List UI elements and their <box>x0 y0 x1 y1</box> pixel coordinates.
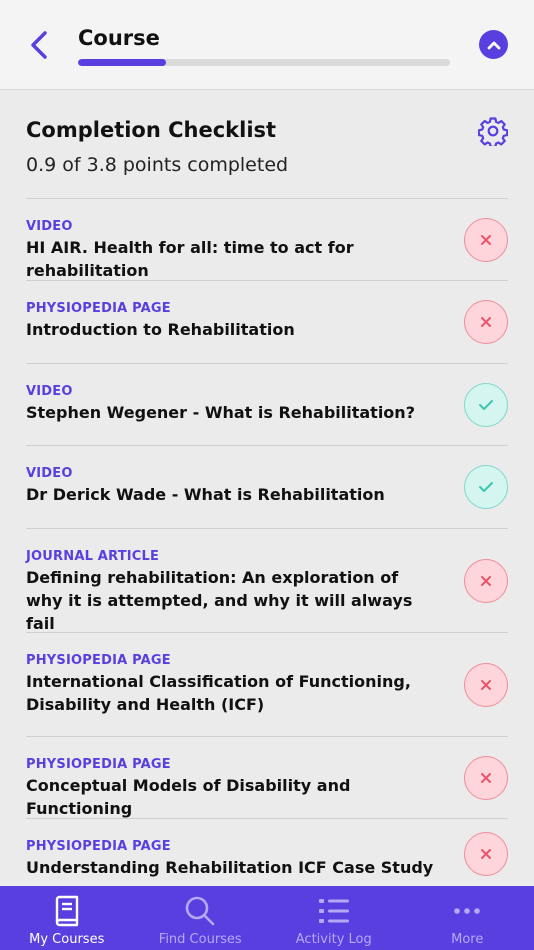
checklist-item[interactable]: JOURNAL ARTICLE Defining rehabilitation: … <box>26 528 508 633</box>
item-title: Understanding Rehabilitation ICF Case St… <box>26 858 434 877</box>
checklist-header: Completion Checklist 0.9 of 3.8 points c… <box>26 118 510 176</box>
tab-find-courses[interactable]: Find Courses <box>134 886 268 950</box>
course-progress-bar <box>78 59 450 66</box>
item-type-label: PHYSIOPEDIA PAGE <box>26 757 171 772</box>
search-icon <box>185 896 215 926</box>
item-title: Introduction to Rehabilitation <box>26 320 295 339</box>
close-icon <box>481 848 491 859</box>
tab-icon-wrap <box>53 894 81 928</box>
checklist-item[interactable]: PHYSIOPEDIA PAGE Understanding Rehabilita… <box>26 818 508 888</box>
list-icon <box>318 899 349 923</box>
app-header: Course <box>0 0 534 90</box>
close-icon <box>481 234 491 245</box>
incomplete-status-button[interactable] <box>464 300 508 344</box>
item-title: Defining rehabilitation: An exploration … <box>26 568 413 633</box>
tab-icon-wrap <box>184 894 216 928</box>
checklist-items: VIDEO HI AIR. Health for all: time to act… <box>26 198 508 888</box>
check-icon <box>479 399 493 410</box>
close-icon <box>481 317 491 327</box>
tab-my-courses[interactable]: My Courses <box>0 886 134 950</box>
back-button[interactable] <box>22 28 56 62</box>
checklist-item[interactable]: VIDEO Dr Derick Wade - What is Rehabilita… <box>26 445 508 528</box>
collapse-button[interactable] <box>479 30 508 59</box>
item-type-label: PHYSIOPEDIA PAGE <box>26 653 171 668</box>
more-icon <box>454 908 481 914</box>
item-type-label: VIDEO <box>26 466 73 481</box>
settings-button[interactable] <box>477 115 509 147</box>
incomplete-status-button[interactable] <box>464 755 508 800</box>
page-title: Course <box>78 26 160 50</box>
item-type-label: VIDEO <box>26 219 73 234</box>
chevron-up-icon <box>487 41 500 49</box>
incomplete-status-button[interactable] <box>464 217 508 262</box>
checklist-item[interactable]: PHYSIOPEDIA PAGE Conceptual Models of Dis… <box>26 736 508 818</box>
item-type-label: JOURNAL ARTICLE <box>26 549 160 564</box>
completed-status-button[interactable] <box>464 465 508 509</box>
tab-icon-wrap <box>318 894 350 928</box>
tab-icon-wrap <box>453 894 481 928</box>
tab-bar: My Courses Find Courses Activity Log More <box>0 886 534 950</box>
incomplete-status-button[interactable] <box>464 558 508 603</box>
gear-icon <box>478 117 508 146</box>
points-summary: 0.9 of 3.8 points completed <box>26 154 289 176</box>
checklist-item[interactable]: VIDEO HI AIR. Health for all: time to act… <box>26 198 508 280</box>
incomplete-status-button[interactable] <box>464 662 508 707</box>
checklist-item[interactable]: PHYSIOPEDIA PAGE International Classifica… <box>26 632 508 736</box>
item-type-label: VIDEO <box>26 384 73 399</box>
item-title: International Classification of Function… <box>26 672 411 714</box>
close-icon <box>481 575 491 586</box>
item-type-label: PHYSIOPEDIA PAGE <box>26 839 171 854</box>
item-title: Conceptual Models of Disability and Func… <box>26 776 351 818</box>
item-type-label: PHYSIOPEDIA PAGE <box>26 301 171 316</box>
book-icon <box>55 895 78 927</box>
item-title: Dr Derick Wade - What is Rehabilitation <box>26 485 385 504</box>
chevron-left-icon <box>31 31 47 59</box>
checklist-title: Completion Checklist <box>26 118 277 142</box>
course-progress-fill <box>78 59 167 66</box>
close-icon <box>481 772 491 783</box>
tab-more[interactable]: More <box>401 886 534 950</box>
item-title: Stephen Wegener - What is Rehabilitation… <box>26 403 415 422</box>
incomplete-status-button[interactable] <box>464 831 508 876</box>
tab-label: Activity Log <box>295 932 372 947</box>
tab-activity-log[interactable]: Activity Log <box>267 886 401 950</box>
check-icon <box>479 482 493 492</box>
close-icon <box>481 679 491 690</box>
checklist-item[interactable]: PHYSIOPEDIA PAGE Introduction to Rehabili… <box>26 280 508 363</box>
completed-status-button[interactable] <box>464 382 508 427</box>
tab-label: Find Courses <box>158 932 242 947</box>
tab-label: More <box>451 932 484 947</box>
tab-label: My Courses <box>29 932 105 947</box>
item-title: HI AIR. Health for all: time to act for … <box>26 238 354 280</box>
checklist-item[interactable]: VIDEO Stephen Wegener - What is Rehabilit… <box>26 363 508 445</box>
